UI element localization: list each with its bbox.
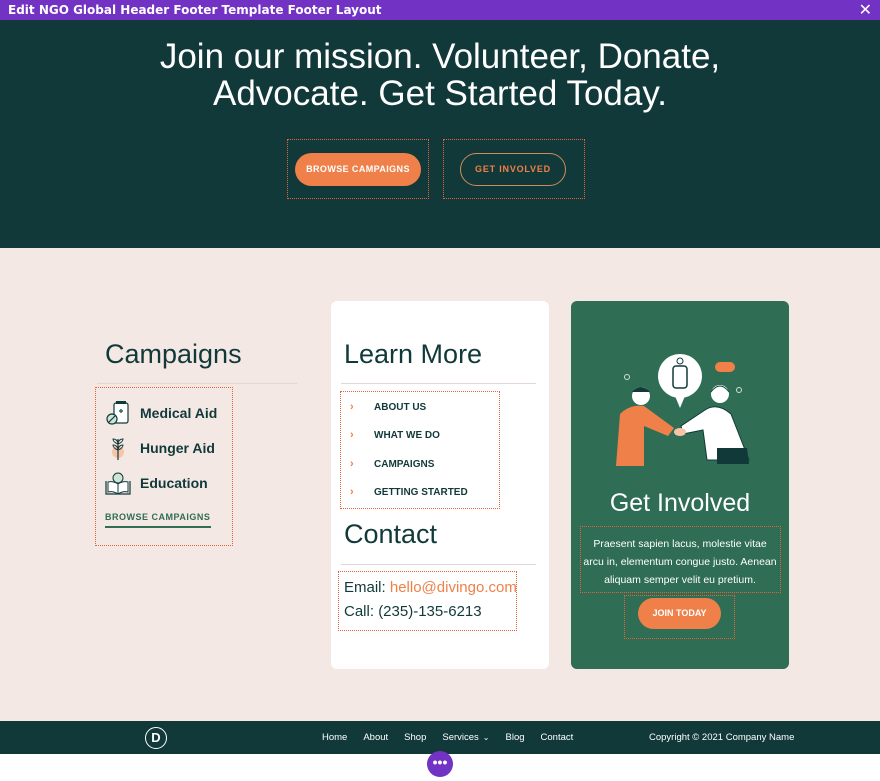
campaign-item-medical[interactable]: Medical Aid xyxy=(104,399,217,427)
email-link[interactable]: hello@divingo.com xyxy=(390,579,517,596)
campaign-item-hunger[interactable]: Hunger Aid xyxy=(104,434,215,462)
get-involved-title: Get Involved xyxy=(609,489,751,517)
nav-services[interactable]: Services ⌄ xyxy=(442,732,489,743)
phone-number: (235)-135-6213 xyxy=(378,603,482,620)
link-label: WHAT WE DO xyxy=(374,430,440,441)
book-icon xyxy=(105,472,131,495)
link-label: GETTING STARTED xyxy=(374,487,468,498)
learn-more-link-campaigns[interactable]: › CAMPAIGNS xyxy=(350,457,434,471)
campaign-label: Hunger Aid xyxy=(140,440,215,456)
builder-top-bar: Edit NGO Global Header Footer Template F… xyxy=(0,0,880,20)
hero-headline-line2: Advocate. Get Started Today. xyxy=(213,74,667,113)
contact-phone-line: Call: (235)-135-6213 xyxy=(344,603,482,620)
layout-title: Edit NGO Global Header Footer Template F… xyxy=(8,3,382,17)
link-label: ABOUT US xyxy=(374,402,427,413)
contact-email-line: Email: hello@divingo.com xyxy=(344,579,517,596)
learn-more-link-what-we-do[interactable]: › WHAT WE DO xyxy=(350,428,440,442)
chevron-right-icon: › xyxy=(350,401,354,413)
chevron-down-icon: ⌄ xyxy=(482,733,490,742)
get-involved-text: Praesent sapien lacus, molestie vitae ar… xyxy=(583,538,777,586)
learn-more-title: Learn More xyxy=(344,339,483,369)
chevron-right-icon: › xyxy=(350,458,354,470)
learn-more-divider xyxy=(341,383,536,384)
get-involved-button[interactable]: GET INVOLVED xyxy=(460,153,566,186)
browse-campaigns-link[interactable]: BROWSE CAMPAIGNS xyxy=(105,512,211,528)
campaign-label: Education xyxy=(140,475,208,491)
nav-blog[interactable]: Blog xyxy=(506,732,525,743)
nav-about[interactable]: About xyxy=(363,732,388,743)
nav-services-label: Services xyxy=(442,732,479,743)
chevron-right-icon: › xyxy=(350,429,354,441)
link-label: CAMPAIGNS xyxy=(374,459,435,470)
copyright-text: Copyright © 2021 Company Name xyxy=(649,732,795,743)
email-label: Email: xyxy=(344,579,386,596)
divi-logo-icon[interactable]: D xyxy=(145,727,167,749)
site-footer-bar: D Home About Shop Services ⌄ Blog Contact… xyxy=(0,721,880,754)
medical-kit-icon xyxy=(106,401,129,425)
nav-home[interactable]: Home xyxy=(322,732,347,743)
footer-nav: Home About Shop Services ⌄ Blog Contact xyxy=(322,721,589,754)
contact-divider xyxy=(341,564,536,565)
learn-more-link-getting-started[interactable]: › GETTING STARTED xyxy=(350,485,468,499)
hero-headline-line1: Join our mission. Volunteer, Donate, xyxy=(159,37,721,76)
call-label: Call: xyxy=(344,603,375,620)
chevron-right-icon: › xyxy=(350,486,354,498)
hero-headline: Join our mission. Volunteer, Donate, Adv… xyxy=(0,38,880,112)
join-today-button[interactable]: JOIN TODAY xyxy=(638,598,721,629)
close-icon[interactable]: ✕ xyxy=(859,0,872,19)
plant-icon xyxy=(112,438,124,460)
campaigns-divider xyxy=(97,383,297,384)
campaigns-title: Campaigns xyxy=(105,339,242,369)
contact-title: Contact xyxy=(344,519,438,549)
learn-more-link-about[interactable]: › ABOUT US xyxy=(350,400,426,414)
nav-shop[interactable]: Shop xyxy=(404,732,426,743)
nav-contact[interactable]: Contact xyxy=(541,732,574,743)
handshake-illustration xyxy=(616,354,750,466)
campaign-label: Medical Aid xyxy=(140,405,218,421)
browse-campaigns-button[interactable]: BROWSE CAMPAIGNS xyxy=(295,153,421,186)
hero-section: Join our mission. Volunteer, Donate, Adv… xyxy=(0,20,880,248)
campaign-item-education[interactable]: Education xyxy=(104,469,208,497)
builder-menu-button[interactable]: ••• xyxy=(427,751,453,777)
